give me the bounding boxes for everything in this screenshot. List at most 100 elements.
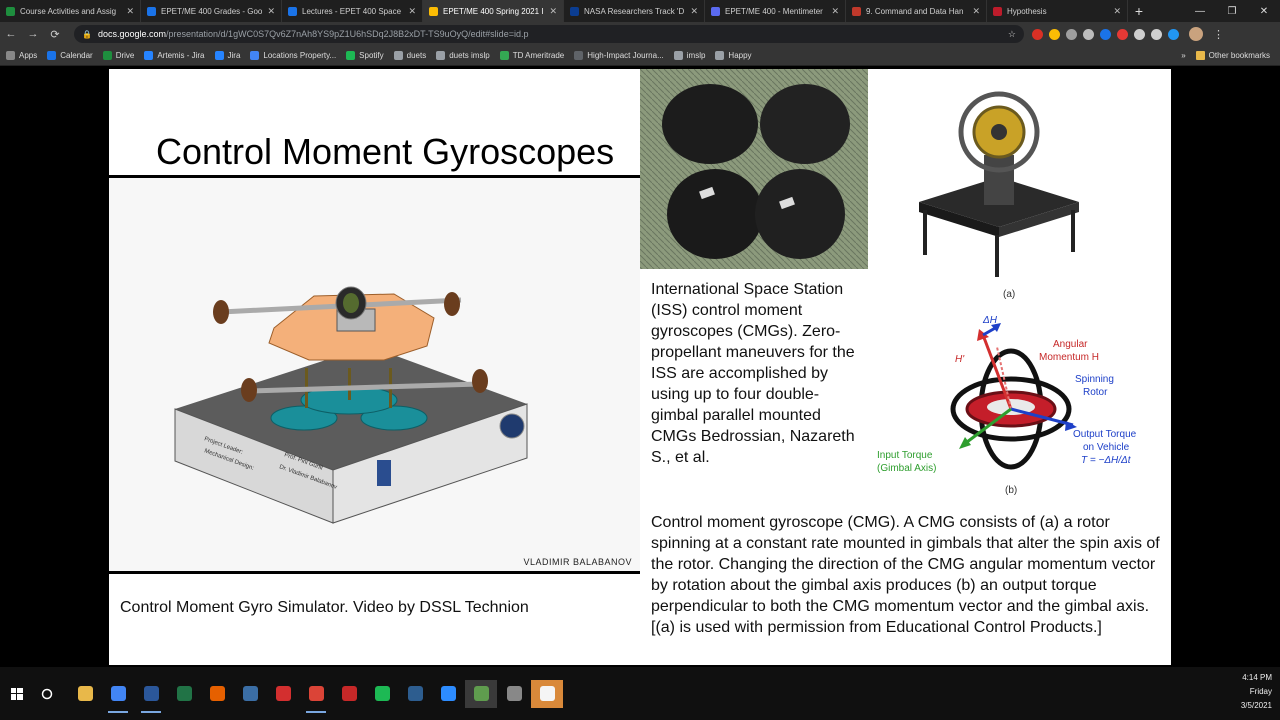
puzzle-icon[interactable]: [1134, 28, 1145, 40]
spinning-rotor-label-2: Rotor: [1083, 387, 1108, 398]
tab-favicon-icon: [711, 6, 720, 16]
simulator-video[interactable]: Project Leader: Mechanical Design: Prof.…: [109, 178, 640, 571]
taskbar-app-app-red[interactable]: [333, 680, 365, 708]
bookmark-item[interactable]: duets: [393, 51, 426, 60]
browser-tab[interactable]: EPET/ME 400 Spring 2021 I ✕: [423, 0, 564, 22]
bookmark-favicon-icon: [102, 51, 112, 60]
toolbar: ← → ⟳ 🔒 docs.google.com/presentation/d/1…: [0, 22, 1280, 46]
output-torque-formula: T = −ΔH/Δt: [1081, 455, 1132, 466]
screen: Course Activities and Assig ✕ EPET/ME 400 …: [0, 0, 1280, 720]
back-icon[interactable]: ←: [0, 23, 22, 45]
bookmark-label: High-Impact Journa...: [587, 51, 664, 60]
bookmark-item[interactable]: imslp: [673, 51, 705, 60]
taskbar-app-acrobat[interactable]: [267, 680, 299, 708]
bookmark-item[interactable]: Calendar: [47, 51, 93, 60]
app-blue-icon: [242, 686, 258, 701]
tab-close-icon[interactable]: ✕: [1113, 6, 1121, 17]
taskbar-app-app-orange[interactable]: [531, 679, 563, 708]
app-dark-icon: [407, 686, 423, 701]
reload-icon[interactable]: ⟳: [44, 23, 66, 45]
spinning-rotor-label-1: Spinning: [1075, 374, 1114, 385]
forward-icon[interactable]: →: [22, 23, 44, 45]
taskbar-app-chrome-3[interactable]: [465, 679, 497, 708]
browser-tab[interactable]: 9. Command and Data Han ✕: [846, 0, 987, 22]
browser-tab[interactable]: Course Activities and Assig ✕: [0, 0, 141, 22]
system-clock[interactable]: 4:14 PM Friday 3/5/2021: [1241, 671, 1272, 713]
bookmark-item[interactable]: TD Ameritrade: [499, 51, 564, 60]
extension-icon[interactable]: [1032, 28, 1043, 40]
tab-close-icon[interactable]: ✕: [126, 6, 134, 17]
folder-icon: [1195, 51, 1205, 60]
bookmark-favicon-icon: [250, 51, 260, 60]
tab-favicon-icon: [852, 6, 861, 16]
bookmark-label: Jira: [227, 51, 241, 60]
tab-close-icon[interactable]: ✕: [831, 6, 839, 17]
taskbar-app-zoom[interactable]: [432, 680, 464, 708]
bookmark-item[interactable]: High-Impact Journa...: [574, 51, 664, 60]
tab-close-icon[interactable]: ✕: [549, 6, 557, 17]
taskbar-app-file-explorer[interactable]: [69, 680, 101, 708]
bookmark-item[interactable]: Jira: [214, 51, 241, 60]
browser-tab[interactable]: Hypothesis ✕: [987, 0, 1128, 22]
excel-icon: [176, 686, 192, 701]
extension-icon[interactable]: [1117, 28, 1128, 40]
taskbar-app-spotify[interactable]: [366, 680, 398, 708]
bookmark-item[interactable]: Spotify: [346, 51, 384, 60]
bookmark-favicon-icon: [393, 51, 403, 60]
browser-tab[interactable]: Lectures - EPET 400 Space ✕: [282, 0, 423, 22]
taskbar-app-chrome[interactable]: [102, 680, 134, 713]
browser-tab[interactable]: NASA Researchers Track 'D ✕: [564, 0, 705, 22]
bookmark-star-icon[interactable]: ☆: [1008, 29, 1016, 40]
chrome-3-icon: [473, 686, 489, 701]
bookmark-item[interactable]: Happy: [715, 51, 752, 60]
bookmark-item[interactable]: Drive: [102, 51, 134, 60]
tab-title: Course Activities and Assig: [20, 6, 117, 16]
tab-close-icon[interactable]: ✕: [972, 6, 980, 17]
word-icon: [143, 686, 159, 701]
taskbar-app-excel[interactable]: [168, 680, 200, 708]
extension-icon[interactable]: [1066, 28, 1077, 40]
windows-start-icon[interactable]: [0, 667, 34, 720]
avatar[interactable]: [1189, 27, 1203, 41]
minimize-icon[interactable]: —: [1184, 0, 1216, 22]
simulator-illustration: Project Leader: Mechanical Design: Prof.…: [174, 286, 528, 524]
extension-icon[interactable]: [1168, 28, 1179, 40]
search-icon[interactable]: [34, 667, 60, 720]
menu-icon[interactable]: ⋮: [1213, 28, 1224, 41]
browser-tab[interactable]: EPET/ME 400 Grades - Goo ✕: [141, 0, 282, 22]
bookmark-item[interactable]: duets imslp: [436, 51, 490, 60]
extension-icon[interactable]: [1100, 28, 1111, 40]
slide-title: Control Moment Gyroscopes: [156, 131, 615, 172]
address-bar[interactable]: 🔒 docs.google.com/presentation/d/1gWC0S7…: [74, 25, 1024, 43]
other-bookmarks-label: Other bookmarks: [1208, 51, 1270, 60]
bookmark-item[interactable]: Locations Property...: [250, 51, 336, 60]
output-torque-label-1: Output Torque: [1073, 429, 1137, 440]
tab-favicon-icon: [288, 6, 297, 16]
slide: Control Moment Gyroscopes Project Leader…: [109, 69, 1171, 665]
taskbar-app-app-blue[interactable]: [234, 680, 266, 708]
tab-favicon-icon: [993, 6, 1002, 16]
tab-close-icon[interactable]: ✕: [690, 6, 698, 17]
reading-list-icon[interactable]: [1151, 28, 1162, 40]
taskbar-app-app-dark[interactable]: [399, 680, 431, 708]
angular-momentum-label-1: Angular: [1053, 339, 1088, 350]
bookmarks-overflow[interactable]: » Other bookmarks: [1181, 51, 1270, 60]
extension-icon[interactable]: [1083, 28, 1094, 40]
browser-tab[interactable]: EPET/ME 400 - Mentimeter ✕: [705, 0, 846, 22]
taskbar-app-firefox[interactable]: [201, 680, 233, 708]
new-tab-button[interactable]: +: [1128, 0, 1150, 22]
taskbar-app-settings[interactable]: [498, 680, 530, 708]
bookmark-favicon-icon: [715, 51, 725, 60]
url-path: /presentation/d/1gWC0S7Qv6Z7nAh8YS9pZ1U6…: [166, 29, 529, 39]
tab-close-icon[interactable]: ✕: [267, 6, 275, 17]
spotify-icon: [374, 686, 390, 701]
bookmark-item[interactable]: Artemis - Jira: [144, 51, 205, 60]
close-window-icon[interactable]: ✕: [1248, 0, 1280, 22]
taskbar-app-word[interactable]: [135, 680, 167, 713]
taskbar-app-chrome-2[interactable]: [300, 680, 332, 713]
more-bookmarks-chevron: »: [1181, 51, 1186, 60]
restore-icon[interactable]: ❐: [1216, 0, 1248, 22]
tab-close-icon[interactable]: ✕: [408, 6, 416, 17]
bookmark-item[interactable]: Apps: [6, 51, 37, 60]
extension-icon[interactable]: [1049, 28, 1060, 40]
